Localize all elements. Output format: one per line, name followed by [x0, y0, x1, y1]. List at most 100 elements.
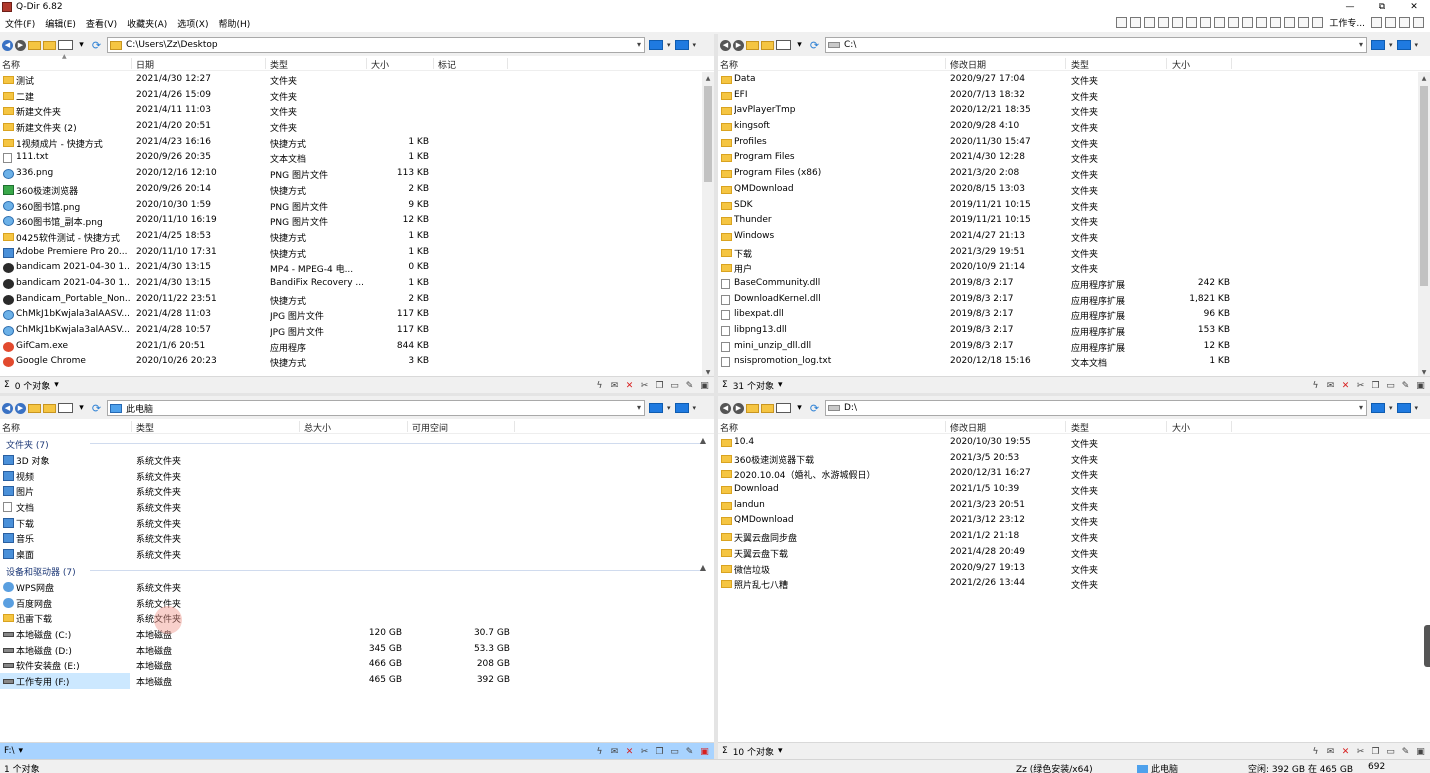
- vertical-scrollbar[interactable]: ▲ ▼: [1418, 72, 1430, 378]
- rename-icon[interactable]: ✎: [684, 746, 695, 757]
- monitor-icon[interactable]: [1396, 40, 1411, 50]
- paste-icon[interactable]: ▭: [669, 380, 680, 391]
- file-row[interactable]: bandicam 2021-04-30 1... 2021/4/30 13:15 B…: [0, 276, 702, 292]
- file-row[interactable]: nsispromotion_log.txt 2020/12/18 15:16 文本文…: [718, 354, 1418, 370]
- group-folders[interactable]: 文件夹 (7) ▲: [0, 435, 712, 452]
- tools-icon[interactable]: [1399, 17, 1410, 28]
- scroll-up-icon[interactable]: ▲: [702, 72, 714, 84]
- properties-icon[interactable]: ▣: [699, 746, 710, 757]
- col-size[interactable]: 大小: [1172, 58, 1232, 71]
- flash-icon[interactable]: ϟ: [594, 746, 605, 757]
- refresh-icon[interactable]: ⟳: [90, 402, 103, 415]
- mail-icon[interactable]: ✉: [609, 746, 620, 757]
- layout-15-icon[interactable]: [1312, 17, 1324, 28]
- file-row[interactable]: 下载 2021/3/29 19:51 文件夹: [718, 245, 1418, 261]
- drive-row[interactable]: 本地磁盘 (D:) 本地磁盘 345 GB 53.3 GB: [0, 642, 712, 658]
- flash-icon[interactable]: ϟ: [1310, 380, 1321, 391]
- copy-icon[interactable]: ❐: [654, 746, 665, 757]
- menu-options[interactable]: 选项(X): [172, 17, 213, 30]
- properties-icon[interactable]: ▣: [1415, 380, 1426, 391]
- flash-icon[interactable]: ϟ: [594, 380, 605, 391]
- properties-icon[interactable]: ▣: [1415, 746, 1426, 757]
- view-mode-icon[interactable]: [58, 403, 73, 413]
- file-row[interactable]: Google Chrome 2020/10/26 20:23 快捷方式 3 KB: [0, 354, 702, 370]
- view-dropdown-icon[interactable]: ▾: [75, 402, 88, 414]
- delete-icon[interactable]: ✕: [624, 746, 635, 757]
- file-row[interactable]: Adobe Premiere Pro 20... 2020/11/10 17:31…: [0, 245, 702, 261]
- open-folder-icon[interactable]: [761, 40, 774, 50]
- chevron-down-icon[interactable]: ▾: [637, 40, 641, 49]
- view-mode-icon[interactable]: [776, 403, 791, 413]
- folder-row[interactable]: 3D 对象 系统文件夹: [0, 452, 712, 468]
- refresh-icon[interactable]: ⟳: [808, 39, 821, 52]
- file-row[interactable]: libexpat.dll 2019/8/3 2:17 应用程序扩展 96 KB: [718, 307, 1418, 323]
- col-type[interactable]: 类型: [136, 421, 300, 434]
- folder-row[interactable]: 桌面 系统文件夹: [0, 546, 712, 562]
- open-folder-icon[interactable]: [43, 40, 56, 50]
- refresh-icon[interactable]: ⟳: [90, 39, 103, 52]
- close-button[interactable]: ✕: [1398, 0, 1430, 14]
- file-row[interactable]: bandicam 2021-04-30 1... 2021/4/30 13:15 M…: [0, 260, 702, 276]
- file-row[interactable]: 360极速浏览器下载 2021/3/5 20:53 文件夹: [718, 451, 1418, 467]
- layout-7-icon[interactable]: [1200, 17, 1212, 28]
- file-row[interactable]: 360极速浏览器 2020/9/26 20:14 快捷方式 2 KB: [0, 182, 702, 198]
- up-folder-icon[interactable]: [28, 40, 41, 50]
- col-date[interactable]: 修改日期: [950, 58, 1066, 71]
- scroll-up-icon[interactable]: ▲: [1418, 72, 1430, 84]
- col-total[interactable]: 总大小: [304, 421, 408, 434]
- layout-5-icon[interactable]: [1172, 17, 1184, 28]
- delete-icon[interactable]: ✕: [624, 380, 635, 391]
- drive-row[interactable]: 工作专用 (F:) 本地磁盘 465 GB 392 GB: [0, 672, 510, 689]
- drive-row[interactable]: 本地磁盘 (C:) 本地磁盘 120 GB 30.7 GB: [0, 626, 712, 642]
- col-type[interactable]: 类型: [1071, 58, 1167, 71]
- file-row[interactable]: Program Files 2021/4/30 12:28 文件夹: [718, 150, 1418, 166]
- back-icon[interactable]: ◀: [2, 39, 13, 51]
- horizontal-splitter[interactable]: [0, 393, 1430, 396]
- file-row[interactable]: GifCam.exe 2021/1/6 20:51 应用程序 844 KB: [0, 339, 702, 355]
- restore-button[interactable]: ⧉: [1366, 0, 1398, 14]
- back-icon[interactable]: ◀: [720, 39, 731, 51]
- layout-1-icon[interactable]: [1116, 17, 1128, 28]
- minimize-button[interactable]: —: [1334, 0, 1366, 14]
- rename-icon[interactable]: ✎: [1400, 380, 1411, 391]
- copy-icon[interactable]: ❐: [654, 380, 665, 391]
- view-toggle-icon[interactable]: [649, 40, 663, 50]
- chevron-up-icon[interactable]: ▲: [700, 436, 706, 445]
- drive-row[interactable]: 百度网盘 系统文件夹: [0, 595, 712, 611]
- file-row[interactable]: Download 2021/1/5 10:39 文件夹: [718, 482, 1418, 498]
- folder-row[interactable]: 文档 系统文件夹: [0, 499, 712, 515]
- cut-icon[interactable]: ✂: [1355, 380, 1366, 391]
- paste-icon[interactable]: ▭: [1385, 746, 1396, 757]
- flash-icon[interactable]: ϟ: [1310, 746, 1321, 757]
- col-date[interactable]: 日期: [136, 58, 266, 71]
- file-row[interactable]: 天翼云盘同步盘 2021/1/2 21:18 文件夹: [718, 529, 1418, 545]
- col-type[interactable]: 类型: [270, 58, 367, 71]
- monitor-icon[interactable]: [674, 403, 689, 413]
- chevron-down-icon[interactable]: ▾: [1359, 403, 1363, 412]
- col-size[interactable]: 大小: [371, 58, 434, 71]
- mail-icon[interactable]: ✉: [1325, 746, 1336, 757]
- drive-row[interactable]: 迅雷下载 系统文件夹: [0, 610, 712, 626]
- layout-11-icon[interactable]: [1256, 17, 1268, 28]
- view-toggle-icon[interactable]: [1371, 403, 1385, 413]
- file-row[interactable]: JavPlayerTmp 2020/12/21 18:35 文件夹: [718, 103, 1418, 119]
- menu-favorites[interactable]: 收藏夹(A): [122, 17, 172, 30]
- layout-4-icon[interactable]: [1158, 17, 1170, 28]
- menu-edit[interactable]: 编辑(E): [40, 17, 81, 30]
- file-row[interactable]: 测试 2021/4/30 12:27 文件夹: [0, 72, 702, 88]
- file-row[interactable]: 新建文件夹 2021/4/11 11:03 文件夹: [0, 103, 702, 119]
- layout-6-icon[interactable]: [1186, 17, 1198, 28]
- layout-10-icon[interactable]: [1242, 17, 1254, 28]
- file-row[interactable]: Thunder 2019/11/21 10:15 文件夹: [718, 213, 1418, 229]
- vertical-splitter[interactable]: [714, 34, 718, 759]
- chevron-down-icon[interactable]: ▾: [1359, 40, 1363, 49]
- file-row[interactable]: Bandicam_Portable_Non... 2020/11/22 23:51…: [0, 292, 702, 308]
- mail-icon[interactable]: ✉: [1325, 380, 1336, 391]
- up-folder-icon[interactable]: [746, 403, 759, 413]
- mail-icon[interactable]: ✉: [609, 380, 620, 391]
- file-row[interactable]: 111.txt 2020/9/26 20:35 文本文档 1 KB: [0, 150, 702, 166]
- menu-file[interactable]: 文件(F): [0, 17, 40, 30]
- file-row[interactable]: libpng13.dll 2019/8/3 2:17 应用程序扩展 153 KB: [718, 323, 1418, 339]
- col-tag[interactable]: 标记: [438, 58, 508, 71]
- col-type[interactable]: 类型: [1071, 421, 1167, 434]
